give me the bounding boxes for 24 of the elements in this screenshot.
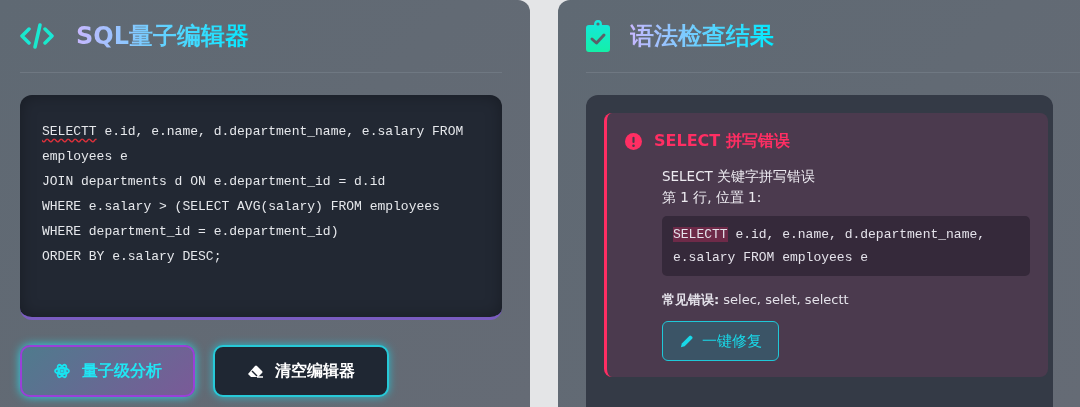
pencil-icon [679, 333, 694, 349]
code-text: WHERE department_id = e.department_id) [42, 224, 339, 239]
eraser-icon [247, 363, 263, 379]
error-location: 第 1 行, 位置 1: [662, 188, 762, 207]
code-editor[interactable] [20, 95, 502, 320]
code-text: employees e [42, 149, 128, 164]
code-text: ORDER BY e.salary DESC; [42, 249, 222, 264]
code-text: e.id, e.name, d.department_name, e.salary FROM [103, 124, 464, 139]
clipboard-check-icon [586, 20, 610, 52]
code-icon [20, 23, 54, 49]
misspelled-word: SELECTT [42, 124, 97, 139]
error-title: SELECT 拼写错误 [654, 131, 790, 152]
analyze-button[interactable]: 量子级分析 [20, 345, 195, 397]
code-text: JOIN departments d ON e.department_id = d.id [42, 174, 386, 189]
code-text: WHERE e.salary > (SELECT AVG(salary) FROM employees [42, 199, 440, 214]
code-text: e.id, e.name, d.department_name, [734, 227, 986, 242]
atom-icon [53, 363, 70, 379]
code-text: e.salary FROM employees e [673, 250, 869, 265]
clear-button[interactable]: 清空编辑器 [213, 345, 389, 397]
common-mistakes: 常见错误: selec, selet, selectt [662, 291, 849, 309]
error-description: SELECT 关键字拼写错误 [662, 167, 816, 186]
highlighted-word: SELECTT [673, 227, 728, 242]
alert-icon [625, 133, 642, 150]
fix-button[interactable]: 一键修复 [662, 321, 779, 361]
